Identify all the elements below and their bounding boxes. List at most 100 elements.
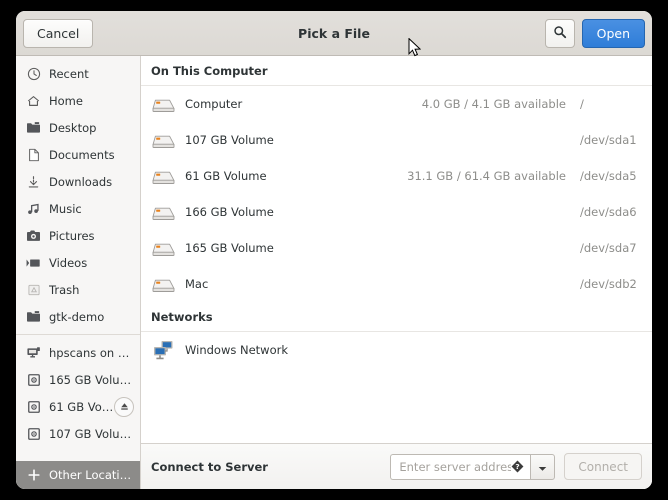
- search-button[interactable]: [544, 18, 575, 48]
- sidebar-item-recent[interactable]: Recent: [16, 60, 140, 87]
- chevron-down-icon: [538, 457, 547, 476]
- server-address-entry[interactable]: ?: [390, 453, 531, 480]
- eject-button[interactable]: [114, 396, 134, 417]
- table-row[interactable]: 166 GB Volume /dev/sda6: [141, 194, 652, 230]
- sidebar-item-downloads[interactable]: Downloads: [16, 168, 140, 195]
- row-mount-path: /: [580, 97, 584, 111]
- sidebar-separator: [16, 334, 140, 335]
- row-mount-path: /dev/sda1: [580, 133, 637, 147]
- network-icon: [151, 339, 177, 361]
- harddisk-icon: [151, 201, 177, 223]
- places-list[interactable]: On This Computer Computer 4.0 GB / 4.1 G…: [141, 56, 652, 443]
- harddisk-icon: [151, 273, 177, 295]
- table-row[interactable]: Windows Network: [141, 332, 652, 368]
- sidebar-item-label: Trash: [49, 282, 80, 297]
- connect-to-server-bar: Connect to Server ?: [141, 443, 652, 489]
- row-mount-path: /dev/sda7: [580, 241, 637, 255]
- volume-icon: [25, 372, 42, 388]
- row-name: 166 GB Volume: [185, 205, 274, 219]
- sidebar-item-61gb-volume[interactable]: 61 GB Vo…: [16, 393, 140, 420]
- sidebar-item-gtk-demo[interactable]: gtk-demo: [16, 303, 140, 330]
- volume-icon: [25, 426, 42, 442]
- harddisk-icon: [151, 237, 177, 259]
- document-icon: [25, 147, 42, 163]
- table-row[interactable]: Mac /dev/sdb2: [141, 266, 652, 302]
- row-name: 165 GB Volume: [185, 241, 274, 255]
- sidebar-item-other-locations[interactable]: Other Locations: [16, 461, 140, 489]
- sidebar-item-label: 61 GB Vo…: [49, 399, 114, 414]
- volume-icon: [25, 399, 42, 415]
- table-row[interactable]: 61 GB Volume 31.1 GB / 61.4 GB available…: [141, 158, 652, 194]
- sidebar-item-trash[interactable]: Trash: [16, 276, 140, 303]
- dialog-body: Recent Home Desktop Documents Downloads …: [16, 56, 652, 489]
- header-bar: Cancel Pick a File Open: [16, 11, 652, 56]
- row-name: Mac: [185, 277, 209, 291]
- row-name: 107 GB Volume: [185, 133, 274, 147]
- server-address-input[interactable]: [399, 459, 512, 474]
- connect-button[interactable]: Connect: [564, 453, 642, 480]
- file-chooser-window: Cancel Pick a File Open Recent Home Desk…: [16, 11, 652, 489]
- search-icon: [553, 25, 567, 42]
- row-mount-path: /dev/sda5: [580, 169, 637, 183]
- row-name: Windows Network: [185, 343, 289, 357]
- sidebar-item-label: Desktop: [49, 120, 97, 135]
- connect-button-label: Connect: [578, 459, 628, 474]
- clock-icon: [25, 66, 42, 82]
- harddisk-icon: [151, 129, 177, 151]
- connect-to-server-label: Connect to Server: [151, 459, 268, 474]
- help-question-icon[interactable]: ?: [511, 460, 524, 473]
- sidebar-item-videos[interactable]: Videos: [16, 249, 140, 276]
- cancel-button[interactable]: Cancel: [23, 18, 94, 48]
- sidebar-item-165gb-volume[interactable]: 165 GB Volume: [16, 366, 140, 393]
- table-row[interactable]: 107 GB Volume /dev/sda1: [141, 122, 652, 158]
- harddisk-icon: [151, 165, 177, 187]
- sidebar-item-label: hpscans on sk…: [49, 345, 134, 360]
- sidebar-item-home[interactable]: Home: [16, 87, 140, 114]
- music-icon: [25, 201, 42, 217]
- sidebar-item-label: 107 GB Volume: [49, 426, 134, 441]
- folder-icon: [25, 309, 42, 325]
- folder-icon: [25, 120, 42, 136]
- open-button-label: Open: [596, 25, 630, 41]
- open-button[interactable]: Open: [581, 18, 645, 48]
- home-icon: [25, 93, 42, 109]
- cancel-button-label: Cancel: [37, 25, 80, 41]
- row-name: 61 GB Volume: [185, 169, 267, 183]
- sidebar-item-desktop[interactable]: Desktop: [16, 114, 140, 141]
- plus-icon: [25, 467, 42, 483]
- sidebar-item-label: Downloads: [49, 174, 113, 189]
- svg-text:?: ?: [516, 462, 520, 471]
- row-available: 4.0 GB / 4.1 GB available: [421, 97, 566, 111]
- sidebar-item-label: Pictures: [49, 228, 95, 243]
- sidebar-item-label: Other Locations: [49, 468, 134, 482]
- row-mount-path: /dev/sda6: [580, 205, 637, 219]
- sidebar-item-label: Videos: [49, 255, 88, 270]
- sidebar-item-107gb-volume[interactable]: 107 GB Volume: [16, 420, 140, 447]
- group-header-on-this-computer: On This Computer: [141, 56, 652, 86]
- sidebar-item-label: Recent: [49, 66, 89, 81]
- places-sidebar[interactable]: Recent Home Desktop Documents Downloads …: [16, 56, 141, 489]
- sidebar-item-music[interactable]: Music: [16, 195, 140, 222]
- network-server-icon: [25, 345, 42, 361]
- sidebar-item-label: gtk-demo: [49, 309, 105, 324]
- trash-icon: [25, 282, 42, 298]
- server-history-dropdown-button[interactable]: [530, 453, 556, 480]
- row-available: 31.1 GB / 61.4 GB available: [407, 169, 566, 183]
- group-header-networks: Networks: [141, 302, 652, 332]
- table-row[interactable]: 165 GB Volume /dev/sda7: [141, 230, 652, 266]
- header-actions: Open: [544, 18, 645, 48]
- sidebar-item-label: Music: [49, 201, 82, 216]
- sidebar-item-label: Documents: [49, 147, 115, 162]
- sidebar-item-pictures[interactable]: Pictures: [16, 222, 140, 249]
- camera-icon: [25, 228, 42, 244]
- download-icon: [25, 174, 42, 190]
- sidebar-item-hpscans[interactable]: hpscans on sk…: [16, 339, 140, 366]
- row-name: Computer: [185, 97, 243, 111]
- connect-controls: ? Connect: [390, 453, 642, 480]
- file-list-pane: On This Computer Computer 4.0 GB / 4.1 G…: [141, 56, 652, 489]
- row-mount-path: /dev/sdb2: [580, 277, 637, 291]
- video-icon: [25, 255, 42, 271]
- sidebar-item-documents[interactable]: Documents: [16, 141, 140, 168]
- table-row[interactable]: Computer 4.0 GB / 4.1 GB available /: [141, 86, 652, 122]
- sidebar-item-label: 165 GB Volume: [49, 372, 134, 387]
